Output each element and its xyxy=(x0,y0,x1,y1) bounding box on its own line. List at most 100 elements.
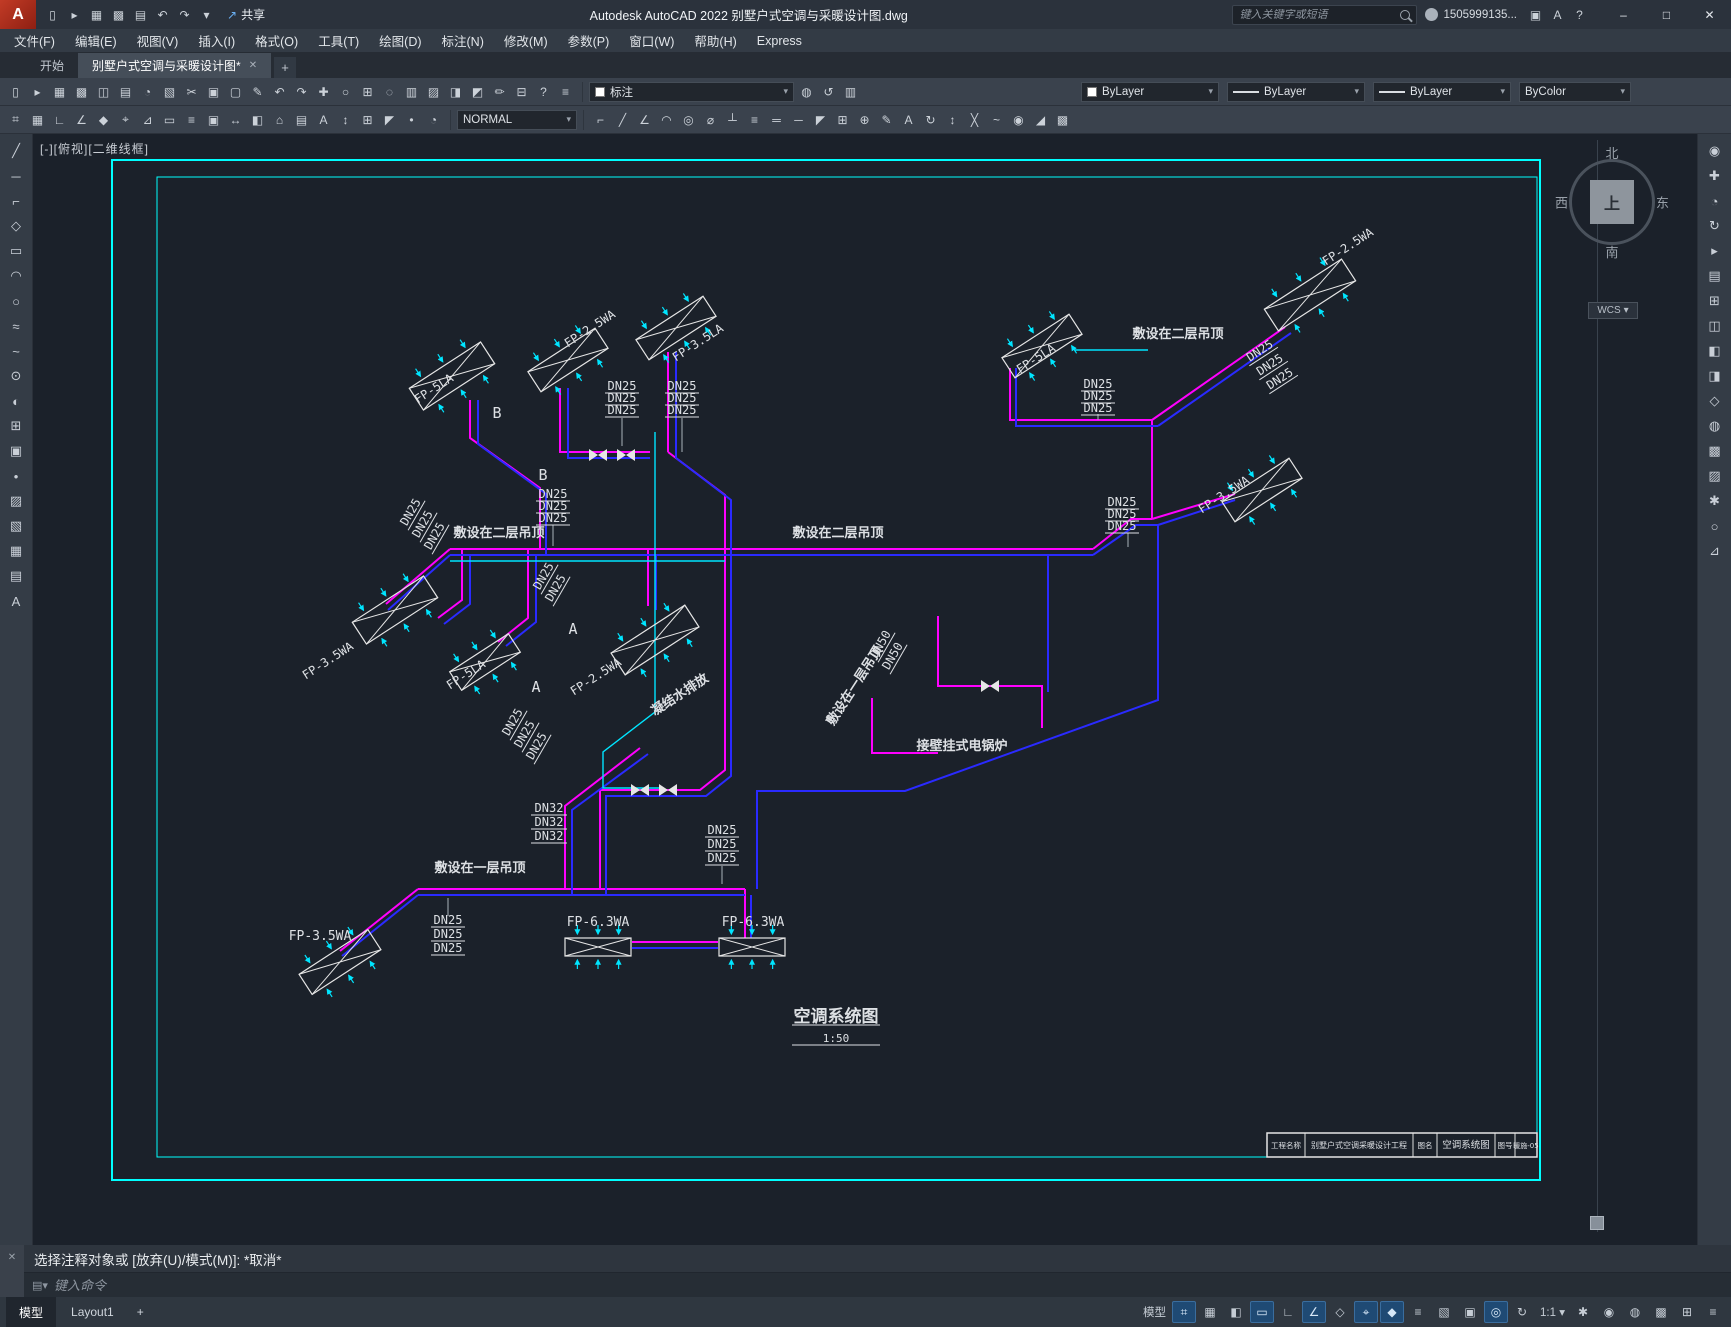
plot-preview-icon[interactable]: ◔ xyxy=(137,81,158,103)
graphics-performance-icon[interactable]: ▩ xyxy=(1649,1301,1673,1323)
quick-properties-icon[interactable]: ▣ xyxy=(203,109,224,131)
save-icon[interactable]: ▦ xyxy=(86,4,107,26)
text-style-combo[interactable]: NORMAL ▾ xyxy=(457,109,577,130)
ortho-icon[interactable]: ∟ xyxy=(1276,1301,1300,1323)
copy-icon[interactable]: ▣ xyxy=(203,81,224,103)
compass-east[interactable]: 东 xyxy=(1656,193,1669,212)
zoom-realtime-icon[interactable]: ○ xyxy=(335,81,356,103)
dynamic-input-icon[interactable]: ▭ xyxy=(1250,1301,1275,1323)
new-drawing-tab-button[interactable]: + xyxy=(274,57,297,78)
zoom-previous-icon[interactable]: ◌ xyxy=(379,81,400,103)
dim-ordinate-icon[interactable]: ┴ xyxy=(722,109,743,131)
snap-mode-icon[interactable]: ▦ xyxy=(1198,1301,1222,1323)
snap-icon[interactable]: ⌗ xyxy=(5,109,26,131)
ducs-icon[interactable]: ⊿ xyxy=(137,109,158,131)
pan-icon[interactable]: ✚ xyxy=(313,81,334,103)
dim-radius-icon[interactable]: ◎ xyxy=(678,109,699,131)
polygon-tool-icon[interactable]: ◇ xyxy=(4,215,28,237)
new-layout-button[interactable]: + xyxy=(129,1297,152,1327)
qnew-icon[interactable]: ▯ xyxy=(5,81,26,103)
autoscale-icon[interactable]: ↻ xyxy=(1510,1301,1534,1323)
menu-parametric[interactable]: 参数(P) xyxy=(558,29,620,53)
close-button[interactable]: ✕ xyxy=(1688,0,1731,29)
navigation-wheel-icon[interactable]: ◉ xyxy=(1703,140,1727,162)
tool-palettes-icon[interactable]: ◨ xyxy=(445,81,466,103)
plot-icon[interactable]: ▤ xyxy=(130,4,151,26)
xref-icon[interactable]: ◫ xyxy=(93,81,114,103)
workspace-switching-icon[interactable]: ✱ xyxy=(1571,1301,1595,1323)
qat-dropdown-icon[interactable]: ▾ xyxy=(196,4,217,26)
view-compass[interactable]: 上 北 南 西 东 xyxy=(1555,146,1669,260)
redo-icon[interactable]: ↷ xyxy=(174,4,195,26)
search-box[interactable] xyxy=(1232,4,1418,25)
menu-tools[interactable]: 工具(T) xyxy=(308,29,369,53)
menu-window[interactable]: 窗口(W) xyxy=(619,29,684,53)
object-snap-icon[interactable]: ◆ xyxy=(1380,1301,1405,1323)
sheet-set-icon[interactable]: ◩ xyxy=(467,81,488,103)
save-as-icon[interactable]: ▩ xyxy=(71,81,92,103)
front-view-icon[interactable]: ◫ xyxy=(1703,315,1727,337)
grid-icon[interactable]: ▦ xyxy=(27,109,48,131)
search-input[interactable] xyxy=(1239,8,1395,21)
dim-edit-icon[interactable]: ✎ xyxy=(876,109,897,131)
osnap-icon[interactable]: ◆ xyxy=(93,109,114,131)
circle-tool-icon[interactable]: ○ xyxy=(4,290,28,312)
close-tab-icon[interactable]: ✕ xyxy=(249,60,257,71)
transparency-icon[interactable]: ▧ xyxy=(1432,1301,1456,1323)
object-snap-tracking-icon[interactable]: ⌖ xyxy=(1354,1301,1379,1323)
dim-update-icon[interactable]: ↻ xyxy=(920,109,941,131)
command-dropdown-icon[interactable]: ▾ xyxy=(42,1280,48,1292)
open-icon[interactable]: ▸ xyxy=(27,81,48,103)
mtext-tool-icon[interactable]: A xyxy=(4,590,28,612)
named-views-icon[interactable]: ▤ xyxy=(1703,265,1727,287)
lineweight-combo[interactable]: ByLayer ▾ xyxy=(1373,81,1511,102)
drawing-canvas[interactable]: FP-5LABFP-2.5WA FP-3.5LADN25DN25DN25DN25D… xyxy=(33,134,1697,1245)
table-style-icon[interactable]: ⊞ xyxy=(357,109,378,131)
selection-cycling-icon[interactable]: ▣ xyxy=(1458,1301,1482,1323)
render-icon[interactable]: ▩ xyxy=(1703,440,1727,462)
close-command-window-icon[interactable]: ✕ xyxy=(8,1252,16,1297)
arc-tool-icon[interactable]: ◠ xyxy=(4,265,28,287)
isodraft-icon[interactable]: ◇ xyxy=(1328,1301,1352,1323)
menu-dimension[interactable]: 标注(N) xyxy=(432,29,494,53)
menu-edit[interactable]: 编辑(E) xyxy=(65,29,127,53)
section-icon[interactable]: ⊿ xyxy=(1703,540,1727,562)
hatch-tool-icon[interactable]: ▨ xyxy=(4,490,28,512)
viewport-controls[interactable]: [-][俯视][二维线框] xyxy=(40,140,149,157)
command-recent-icon[interactable]: ▤ xyxy=(32,1280,42,1292)
share-button[interactable]: ↗ 共享 xyxy=(227,6,265,23)
line-tool-icon[interactable]: ╱ xyxy=(4,140,28,162)
dim-space-icon[interactable]: ↕ xyxy=(942,109,963,131)
gradient-tool-icon[interactable]: ▧ xyxy=(4,515,28,537)
layout1-tab[interactable]: Layout1 xyxy=(58,1297,127,1327)
compass-west[interactable]: 西 xyxy=(1555,193,1568,212)
grid-icon[interactable]: ⌗ xyxy=(1172,1301,1197,1323)
minimize-button[interactable]: – xyxy=(1602,0,1645,29)
ortho-icon[interactable]: ∟ xyxy=(49,109,70,131)
clean-screen-icon[interactable]: ⊞ xyxy=(1675,1301,1699,1323)
linetype-combo[interactable]: ByLayer ▾ xyxy=(1227,81,1365,102)
save-as-icon[interactable]: ▩ xyxy=(108,4,129,26)
search-icon[interactable] xyxy=(1400,9,1411,20)
inspect-icon[interactable]: ◉ xyxy=(1008,109,1029,131)
dim-continue-icon[interactable]: ─ xyxy=(788,109,809,131)
id-point-icon[interactable]: ⌂ xyxy=(269,109,290,131)
cart-icon[interactable]: ▣ xyxy=(1525,4,1546,26)
dim-jog-icon[interactable]: ~ xyxy=(986,109,1007,131)
dim-linear-icon[interactable]: ⌐ xyxy=(590,109,611,131)
redo-icon[interactable]: ↷ xyxy=(291,81,312,103)
model-space-label[interactable]: 模型 xyxy=(1139,1301,1170,1323)
dim-diameter-icon[interactable]: ⌀ xyxy=(700,109,721,131)
dim-style-icon[interactable]: ↕ xyxy=(335,109,356,131)
construction-line-tool-icon[interactable]: ─ xyxy=(4,165,28,187)
rectangle-tool-icon[interactable]: ▭ xyxy=(4,240,28,262)
orbit-tool-icon[interactable]: ↻ xyxy=(1703,215,1727,237)
design-center-icon[interactable]: ▨ xyxy=(423,81,444,103)
layer-states-icon[interactable]: ▥ xyxy=(840,81,861,103)
tab-start[interactable]: 开始 xyxy=(26,53,78,78)
region-tool-icon[interactable]: ▦ xyxy=(4,540,28,562)
ucs-indicator[interactable]: WCS ▾ xyxy=(1588,302,1638,319)
color-combo[interactable]: ByLayer ▾ xyxy=(1081,81,1219,102)
properties-icon[interactable]: ▥ xyxy=(401,81,422,103)
visual-styles-icon[interactable]: ◍ xyxy=(1703,415,1727,437)
